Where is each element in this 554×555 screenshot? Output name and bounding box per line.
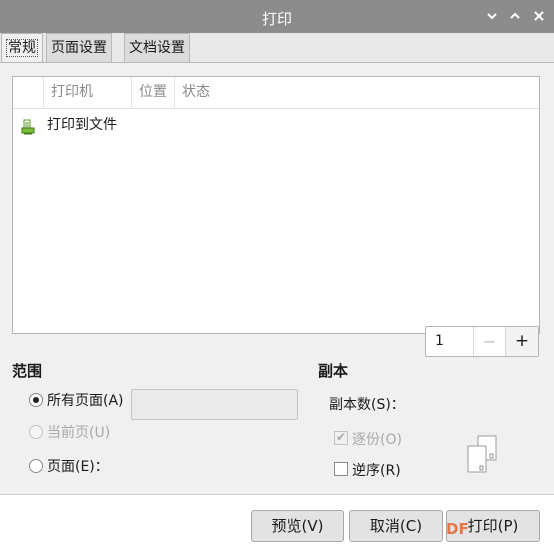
tab-document-setup[interactable]: 文档设置 (124, 33, 190, 63)
print-to-file-icon (21, 117, 35, 145)
all-pages-label[interactable]: 所有页面(A) (47, 390, 124, 410)
tab-general[interactable]: 常规 (1, 33, 43, 64)
collate-checkbox: ✔ (334, 430, 348, 445)
preview-button[interactable]: 预览(V) (251, 510, 344, 542)
collate-preview-icon (466, 434, 498, 478)
dialog-footer: 预览(V) 取消(C) 打印(P) (0, 494, 554, 555)
chevron-down-icon[interactable] (484, 8, 500, 24)
cancel-button[interactable]: 取消(C) (349, 510, 443, 542)
printer-name: 打印到文件 (47, 117, 117, 133)
pages-radio[interactable] (29, 459, 43, 473)
chevron-up-icon[interactable] (507, 8, 523, 24)
column-status[interactable]: 状态 (174, 77, 234, 109)
printer-list[interactable]: 打印机 位置 状态 打印到文件 (12, 76, 540, 334)
tab-bar: 常规 页面设置 文档设置 (0, 33, 554, 64)
column-location[interactable]: 位置 (131, 77, 174, 109)
current-page-radio (29, 425, 43, 439)
copies-stepper[interactable]: 1 − + (425, 326, 539, 357)
current-page-label: 当前页(U) (47, 425, 111, 441)
printer-list-header: 打印机 位置 状态 (13, 77, 539, 109)
watermark-logo: DF (446, 520, 469, 538)
title-bar: 打印 (0, 0, 554, 33)
decrease-button: − (473, 327, 505, 356)
column-printer[interactable]: 打印机 (43, 77, 131, 109)
range-heading: 范围 (12, 362, 43, 380)
reverse-label[interactable]: 逆序(R) (352, 460, 401, 480)
copies-count-label: 副本数(S)： (329, 397, 405, 413)
window-title: 打印 (261, 10, 292, 28)
all-pages-radio[interactable] (29, 393, 43, 407)
pages-label[interactable]: 页面(E)： (47, 456, 109, 476)
copies-heading: 副本 (318, 362, 349, 380)
reverse-checkbox[interactable] (334, 462, 348, 476)
tab-page-setup[interactable]: 页面设置 (46, 33, 112, 63)
general-panel: 打印机 位置 状态 打印到文件 范围 所有页面(A) 当前页(U) 页面(E)：… (0, 62, 554, 494)
pages-range-input (131, 389, 298, 420)
copies-count-value[interactable]: 1 (435, 327, 444, 356)
close-icon[interactable] (531, 8, 547, 24)
list-item[interactable]: 打印到文件 (13, 111, 539, 139)
increase-button[interactable]: + (505, 327, 538, 356)
collate-label: 逐份(O) (352, 432, 402, 448)
